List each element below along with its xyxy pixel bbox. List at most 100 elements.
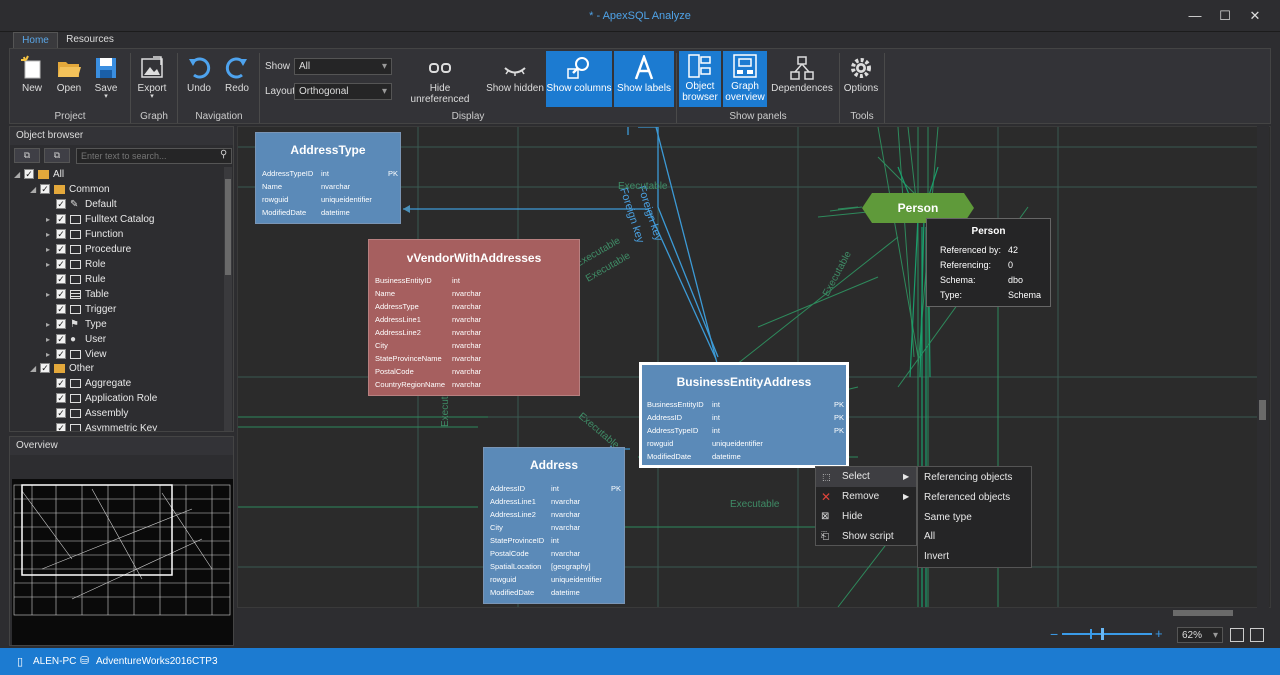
maximize-button[interactable]: ☐ <box>1210 6 1240 26</box>
close-button[interactable]: ✕ <box>1240 6 1270 26</box>
zoom-in-icon[interactable]: + <box>1155 626 1163 641</box>
show-labels-button[interactable]: Show labels <box>614 51 674 107</box>
tab-home[interactable]: Home <box>13 32 58 48</box>
submenu-item-all[interactable]: All <box>924 527 935 547</box>
zoom-out-icon[interactable]: − <box>1050 626 1058 642</box>
tab-resources[interactable]: Resources <box>62 32 118 48</box>
tree-item-asymmetric-key[interactable]: ✓ Asymmetric Key <box>46 421 157 431</box>
fit-to-window-icon[interactable] <box>1230 628 1244 642</box>
tree-item-other[interactable]: ◢ ✓ Other <box>30 361 94 376</box>
minimize-button[interactable]: — <box>1180 6 1210 26</box>
tree-item-type[interactable]: ▸ ✓ ⚑ Type <box>46 317 107 332</box>
checkbox[interactable]: ✓ <box>24 169 34 180</box>
checkbox[interactable]: ✓ <box>56 244 66 255</box>
checkbox[interactable]: ✓ <box>40 184 50 195</box>
tree-scrollbar[interactable] <box>224 167 232 431</box>
zoom-combo[interactable]: 62% <box>1177 627 1223 643</box>
show-columns-button[interactable]: Show columns <box>546 51 612 107</box>
checkbox[interactable]: ✓ <box>56 349 66 360</box>
checkbox[interactable]: ✓ <box>56 289 66 300</box>
export-button[interactable]: Export ▾ <box>135 51 169 107</box>
tree-item-common[interactable]: ◢ ✓ Common <box>30 182 110 197</box>
zoom-slider-thumb[interactable] <box>1101 628 1104 640</box>
dependences-button[interactable]: Dependences <box>769 51 835 107</box>
checkbox[interactable]: ✓ <box>56 304 66 315</box>
expand-arrow-icon[interactable]: ▸ <box>46 227 56 242</box>
table-node-address-type[interactable]: AddressType AddressTypeID int PK Name nv… <box>255 132 401 224</box>
collapse-all-button[interactable]: ⧉ <box>44 148 70 163</box>
view-node-vvendor-with-addresses[interactable]: vVendorWithAddresses BusinessEntityID in… <box>368 239 580 396</box>
checkbox[interactable]: ✓ <box>56 408 66 419</box>
zoom-slider[interactable] <box>1062 633 1152 635</box>
checkbox[interactable]: ✓ <box>56 423 66 431</box>
expand-arrow-icon[interactable]: ▸ <box>46 242 56 257</box>
actual-size-icon[interactable] <box>1250 628 1264 642</box>
search-input[interactable] <box>76 148 232 164</box>
checkbox[interactable]: ✓ <box>56 199 66 210</box>
expand-arrow-icon[interactable]: ▸ <box>46 347 56 362</box>
scrollbar-thumb[interactable] <box>1259 400 1266 420</box>
table-node-address[interactable]: Address AddressID int PK AddressLine1 nv… <box>483 447 625 604</box>
checkbox[interactable]: ✓ <box>56 214 66 225</box>
checkbox[interactable]: ✓ <box>56 229 66 240</box>
show-hidden-button[interactable]: Show hidden <box>484 51 546 107</box>
tree-item-function[interactable]: ▸ ✓ Function <box>46 227 123 242</box>
expand-arrow-icon[interactable]: ▸ <box>46 287 56 302</box>
expand-all-button[interactable]: ⧉ <box>14 148 40 163</box>
expand-arrow-icon[interactable]: ▸ <box>46 212 56 227</box>
tree-item-fulltext-catalog[interactable]: ▸ ✓ Fulltext Catalog <box>46 212 154 227</box>
hide-unreferenced-button[interactable]: Hide unreferenced <box>400 51 480 107</box>
canvas-vertical-scrollbar[interactable] <box>1257 126 1269 608</box>
tree-item-procedure[interactable]: ▸ ✓ Procedure <box>46 242 131 257</box>
submenu-item-referenced-objects[interactable]: Referenced objects <box>924 488 1010 508</box>
expand-arrow-icon[interactable]: ◢ <box>14 167 24 182</box>
graph-overview-button[interactable]: Graph overview <box>723 51 767 107</box>
open-button[interactable]: Open <box>52 51 86 107</box>
canvas-horizontal-scrollbar[interactable] <box>237 608 1271 618</box>
checkbox[interactable]: ✓ <box>56 393 66 404</box>
submenu-item-referencing-objects[interactable]: Referencing objects <box>924 468 1012 488</box>
tree-item-view[interactable]: ▸ ✓ View <box>46 347 107 362</box>
tree-item-application-role[interactable]: ✓ Application Role <box>46 391 157 406</box>
checkbox[interactable]: ✓ <box>56 274 66 285</box>
checkbox[interactable]: ✓ <box>56 334 66 345</box>
checkbox[interactable]: ✓ <box>40 363 50 374</box>
checkbox[interactable]: ✓ <box>56 259 66 270</box>
checkbox[interactable]: ✓ <box>56 319 66 330</box>
menu-item-remove[interactable]: ✕ Remove ▶ <box>816 487 916 507</box>
tree-item-user[interactable]: ▸ ✓ ● User <box>46 332 106 347</box>
tree-item-aggregate[interactable]: ✓ Aggregate <box>46 376 131 391</box>
expand-arrow-icon[interactable]: ▸ <box>46 317 56 332</box>
redo-button[interactable]: Redo <box>220 51 254 107</box>
menu-item-hide[interactable]: ⊠ Hide <box>816 507 916 527</box>
tree-item-assembly[interactable]: ✓ Assembly <box>46 406 128 421</box>
expand-arrow-icon[interactable]: ◢ <box>30 182 40 197</box>
menu-item-select[interactable]: ⬚ Select ▶ <box>816 467 916 487</box>
object-browser-button[interactable]: Object browser <box>679 51 721 107</box>
show-combo[interactable]: All <box>294 58 392 75</box>
submenu-item-invert[interactable]: Invert <box>924 547 949 567</box>
tooltip-key: Type: <box>940 290 963 300</box>
tree-item-all[interactable]: ◢ ✓ All <box>14 167 64 182</box>
save-button[interactable]: Save ▾ <box>90 51 122 107</box>
tree-item-rule[interactable]: ✓ Rule <box>46 272 106 287</box>
menu-item-show-script[interactable]: ⎗ Show script <box>816 527 916 547</box>
scrollbar-thumb[interactable] <box>225 179 231 275</box>
expand-arrow-icon[interactable]: ◢ <box>30 361 40 376</box>
new-button[interactable]: New <box>14 51 50 107</box>
tree-item-role[interactable]: ▸ ✓ Role <box>46 257 106 272</box>
layout-combo[interactable]: Orthogonal <box>294 83 392 100</box>
tree-item-table[interactable]: ▸ ✓ Table <box>46 287 109 302</box>
table-node-business-entity-address[interactable]: BusinessEntityAddress BusinessEntityID i… <box>639 362 849 468</box>
overview-canvas[interactable] <box>12 479 233 645</box>
diagram-canvas[interactable]: Foreign key Foreign key Executable Execu… <box>237 126 1271 608</box>
submenu-item-same-type[interactable]: Same type <box>924 508 972 528</box>
tree-item-default[interactable]: ✓ ✎ Default <box>46 197 117 212</box>
expand-arrow-icon[interactable]: ▸ <box>46 332 56 347</box>
scrollbar-thumb[interactable] <box>1173 610 1233 616</box>
undo-button[interactable]: Undo <box>182 51 216 107</box>
tree-item-trigger[interactable]: ✓ Trigger <box>46 302 116 317</box>
checkbox[interactable]: ✓ <box>56 378 66 389</box>
options-button[interactable]: Options <box>842 51 880 107</box>
expand-arrow-icon[interactable]: ▸ <box>46 257 56 272</box>
